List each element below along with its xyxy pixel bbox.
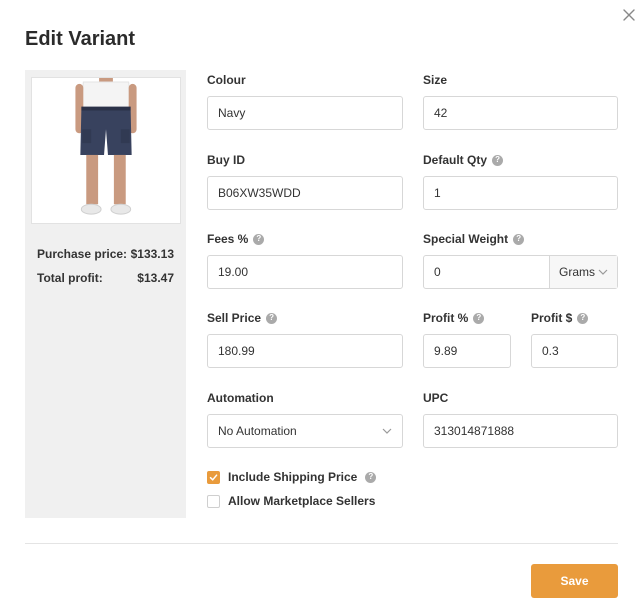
- product-summary-panel: Purchase price: $133.13 Total profit: $1…: [25, 70, 186, 518]
- profit-pct-label: Profit % ?: [423, 311, 485, 325]
- total-profit-row: Total profit: $13.47: [37, 271, 174, 285]
- allow-marketplace-label: Allow Marketplace Sellers: [228, 494, 376, 508]
- profit-pct-field[interactable]: [423, 334, 511, 368]
- chevron-down-icon: [598, 269, 608, 275]
- include-shipping-label: Include Shipping Price: [228, 470, 358, 484]
- profit-usd-field[interactable]: [531, 334, 618, 368]
- profit-pct-input[interactable]: [424, 335, 510, 367]
- special-weight-label-text: Special Weight: [423, 232, 509, 246]
- help-icon[interactable]: ?: [513, 233, 525, 245]
- special-weight-field[interactable]: Grams: [423, 255, 618, 289]
- sell-price-field[interactable]: [207, 334, 403, 368]
- include-shipping-checkbox[interactable]: [207, 470, 220, 484]
- size-field[interactable]: [423, 96, 618, 130]
- sell-price-label-text: Sell Price: [207, 311, 262, 325]
- upc-field[interactable]: [423, 414, 618, 448]
- special-weight-input[interactable]: [424, 256, 549, 288]
- sell-price-label: Sell Price ?: [207, 311, 278, 325]
- purchase-price-value: $133.13: [130, 247, 174, 261]
- profit-pct-label-text: Profit %: [423, 311, 469, 325]
- dialog-title: Edit Variant: [25, 28, 136, 50]
- profit-usd-label: Profit $ ?: [531, 311, 589, 325]
- buy-id-field[interactable]: [207, 176, 403, 210]
- size-label: Size: [423, 73, 447, 87]
- automation-value: No Automation: [218, 424, 297, 438]
- fees-field[interactable]: [207, 255, 403, 289]
- profit-usd-input[interactable]: [532, 335, 617, 367]
- save-button[interactable]: Save: [531, 564, 618, 598]
- checkmark-icon: [209, 473, 218, 481]
- help-icon[interactable]: ?: [266, 312, 278, 324]
- buy-id-label: Buy ID: [207, 153, 245, 167]
- weight-unit-value: Grams: [559, 265, 595, 279]
- purchase-price-row: Purchase price: $133.13: [37, 247, 174, 261]
- help-icon[interactable]: ?: [577, 312, 589, 324]
- product-image: [31, 77, 181, 224]
- footer-divider: [25, 543, 618, 544]
- help-icon[interactable]: ?: [253, 233, 265, 245]
- total-profit-value: $13.47: [137, 271, 174, 285]
- automation-label-text: Automation: [207, 391, 274, 405]
- close-icon[interactable]: [620, 6, 638, 24]
- upc-label-text: UPC: [423, 391, 449, 405]
- allow-marketplace-row[interactable]: Allow Marketplace Sellers: [207, 494, 375, 508]
- help-icon[interactable]: ?: [473, 312, 485, 324]
- default-qty-label: Default Qty ?: [423, 153, 504, 167]
- help-icon[interactable]: ?: [365, 471, 377, 483]
- colour-label-text: Colour: [207, 73, 246, 87]
- default-qty-input[interactable]: [424, 177, 617, 209]
- default-qty-field[interactable]: [423, 176, 618, 210]
- automation-select[interactable]: No Automation: [207, 414, 403, 448]
- total-profit-label: Total profit:: [37, 271, 103, 285]
- upc-input[interactable]: [424, 415, 617, 447]
- weight-unit-select[interactable]: Grams: [549, 256, 617, 288]
- buy-id-input[interactable]: [208, 177, 402, 209]
- colour-field[interactable]: [207, 96, 403, 130]
- profit-usd-label-text: Profit $: [531, 311, 573, 325]
- sell-price-input[interactable]: [208, 335, 402, 367]
- fees-label-text: Fees %: [207, 232, 249, 246]
- purchase-price-label: Purchase price:: [37, 247, 128, 261]
- chevron-down-icon: [382, 428, 392, 434]
- allow-marketplace-checkbox[interactable]: [207, 494, 220, 508]
- upc-label: UPC: [423, 391, 448, 405]
- special-weight-label: Special Weight ?: [423, 232, 525, 246]
- size-input[interactable]: [424, 97, 617, 129]
- default-qty-label-text: Default Qty: [423, 153, 488, 167]
- colour-label: Colour: [207, 73, 246, 87]
- fees-input[interactable]: [208, 256, 402, 288]
- colour-input[interactable]: [208, 97, 402, 129]
- automation-label: Automation: [207, 391, 274, 405]
- fees-label: Fees % ?: [207, 232, 265, 246]
- size-label-text: Size: [423, 73, 448, 87]
- help-icon[interactable]: ?: [492, 154, 504, 166]
- include-shipping-row[interactable]: Include Shipping Price ?: [207, 470, 377, 484]
- buy-id-label-text: Buy ID: [207, 153, 246, 167]
